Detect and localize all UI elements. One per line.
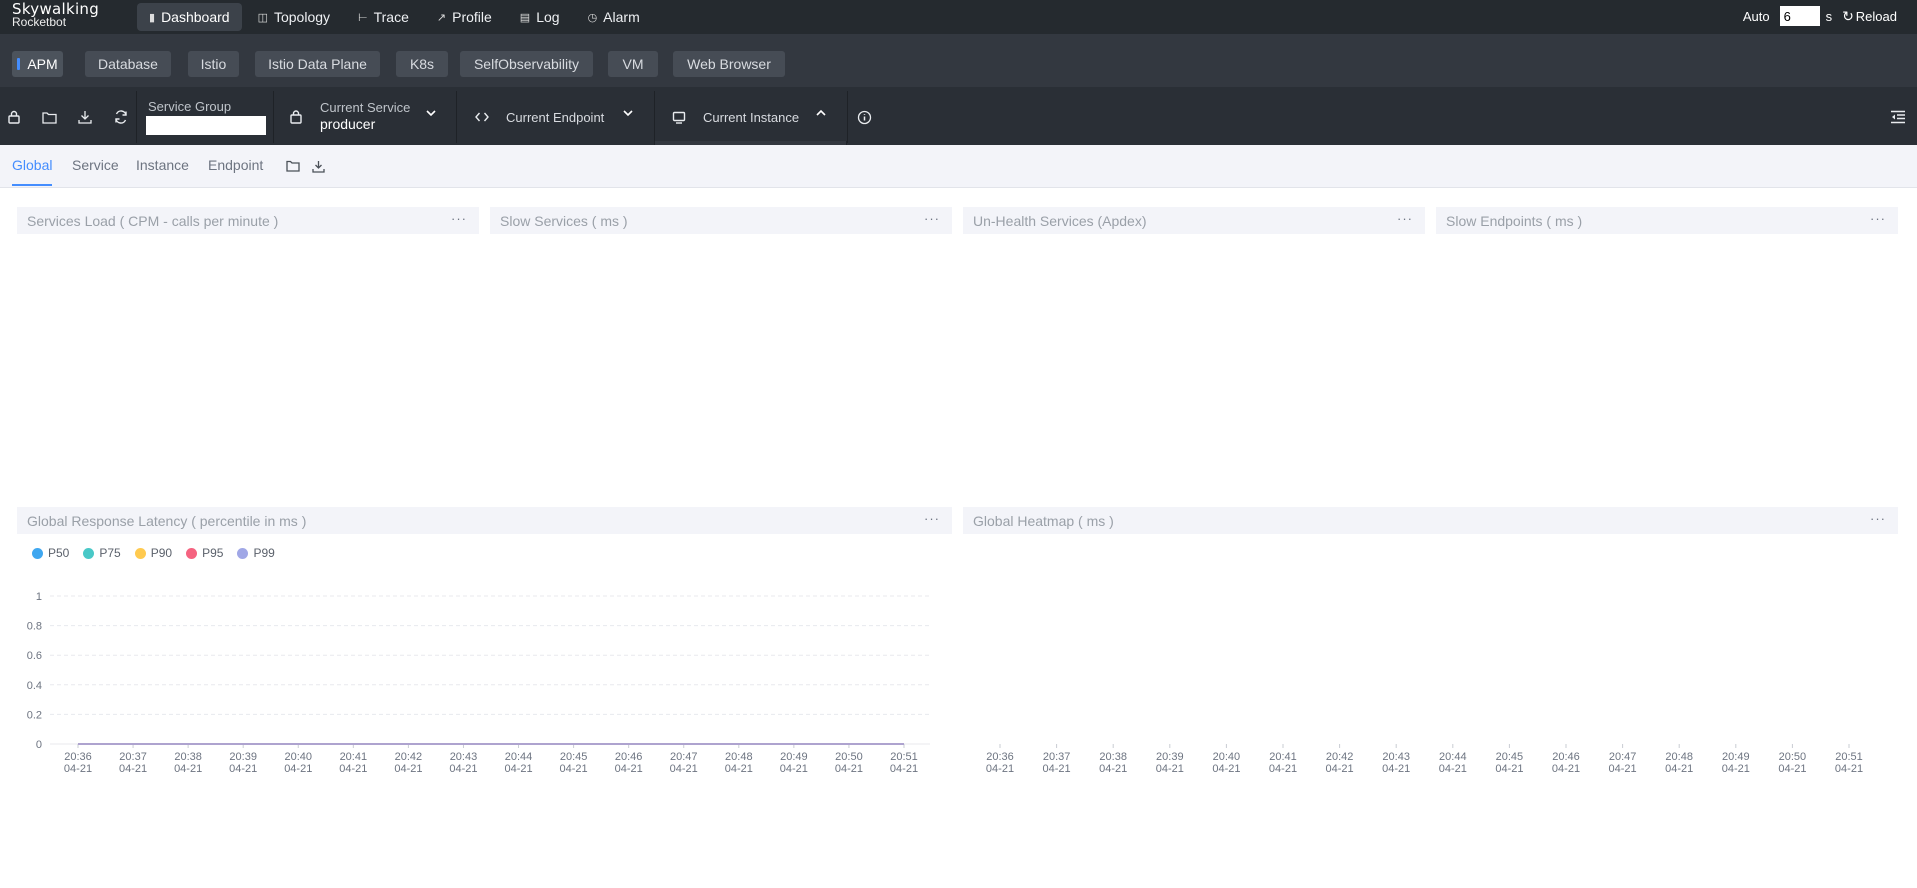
charts-canvas: 00.20.40.60.8120:3604-2120:3704-2120:380…	[27, 591, 1863, 775]
y-tick-label: 0.8	[27, 621, 42, 633]
x-tick-label: 04-21	[1382, 763, 1410, 775]
x-tick-label: 04-21	[1552, 763, 1580, 775]
x-tick-label: 04-21	[1156, 763, 1184, 775]
x-tick-label: 20:42	[1326, 751, 1354, 763]
x-tick-label: 04-21	[1722, 763, 1750, 775]
x-tick-label: 20:42	[395, 751, 423, 763]
x-tick-label: 20:37	[1043, 751, 1071, 763]
x-tick-label: 20:51	[1835, 751, 1863, 763]
x-tick-label: 20:41	[1269, 751, 1297, 763]
x-tick-label: 20:39	[229, 751, 257, 763]
x-tick-label: 04-21	[560, 763, 588, 775]
x-tick-label: 20:39	[1156, 751, 1184, 763]
x-tick-label: 20:46	[1552, 751, 1580, 763]
y-tick-label: 0.6	[27, 650, 42, 662]
x-tick-label: 04-21	[725, 763, 753, 775]
x-tick-label: 04-21	[615, 763, 643, 775]
x-tick-label: 20:47	[670, 751, 698, 763]
x-tick-label: 20:38	[1099, 751, 1127, 763]
x-tick-label: 20:47	[1609, 751, 1637, 763]
x-tick-label: 04-21	[670, 763, 698, 775]
y-tick-label: 0.2	[27, 709, 42, 721]
x-tick-label: 04-21	[1609, 763, 1637, 775]
x-tick-label: 20:48	[725, 751, 753, 763]
x-tick-label: 04-21	[835, 763, 863, 775]
x-tick-label: 20:49	[780, 751, 808, 763]
x-tick-label: 04-21	[1835, 763, 1863, 775]
x-tick-label: 04-21	[1778, 763, 1806, 775]
x-tick-label: 20:43	[450, 751, 478, 763]
x-tick-label: 04-21	[119, 763, 147, 775]
x-tick-label: 20:44	[1439, 751, 1467, 763]
x-tick-label: 04-21	[1495, 763, 1523, 775]
x-tick-label: 04-21	[394, 763, 422, 775]
x-tick-label: 20:36	[64, 751, 92, 763]
x-tick-label: 20:43	[1382, 751, 1410, 763]
x-tick-label: 04-21	[339, 763, 367, 775]
x-tick-label: 04-21	[284, 763, 312, 775]
x-tick-label: 20:51	[890, 751, 918, 763]
x-tick-label: 20:48	[1665, 751, 1693, 763]
x-tick-label: 20:40	[285, 751, 313, 763]
x-tick-label: 20:49	[1722, 751, 1750, 763]
x-tick-label: 04-21	[890, 763, 918, 775]
x-tick-label: 20:38	[174, 751, 202, 763]
x-tick-label: 04-21	[1269, 763, 1297, 775]
x-tick-label: 04-21	[504, 763, 532, 775]
y-tick-label: 1	[36, 591, 42, 603]
x-tick-label: 20:44	[505, 751, 533, 763]
x-tick-label: 04-21	[229, 763, 257, 775]
x-tick-label: 20:40	[1213, 751, 1241, 763]
x-tick-label: 04-21	[64, 763, 92, 775]
x-tick-label: 04-21	[449, 763, 477, 775]
x-tick-label: 20:50	[835, 751, 863, 763]
x-tick-label: 20:45	[1496, 751, 1524, 763]
x-tick-label: 04-21	[986, 763, 1014, 775]
x-tick-label: 04-21	[1326, 763, 1354, 775]
x-tick-label: 04-21	[780, 763, 808, 775]
x-tick-label: 20:46	[615, 751, 643, 763]
x-tick-label: 20:50	[1779, 751, 1807, 763]
x-tick-label: 04-21	[1099, 763, 1127, 775]
y-tick-label: 0	[36, 739, 42, 751]
x-tick-label: 04-21	[1665, 763, 1693, 775]
x-tick-label: 04-21	[174, 763, 202, 775]
x-tick-label: 20:37	[119, 751, 147, 763]
x-tick-label: 04-21	[1043, 763, 1071, 775]
x-tick-label: 04-21	[1439, 763, 1467, 775]
x-tick-label: 20:36	[986, 751, 1014, 763]
x-tick-label: 04-21	[1212, 763, 1240, 775]
x-tick-label: 20:41	[340, 751, 368, 763]
y-tick-label: 0.4	[27, 680, 42, 692]
x-tick-label: 20:45	[560, 751, 588, 763]
